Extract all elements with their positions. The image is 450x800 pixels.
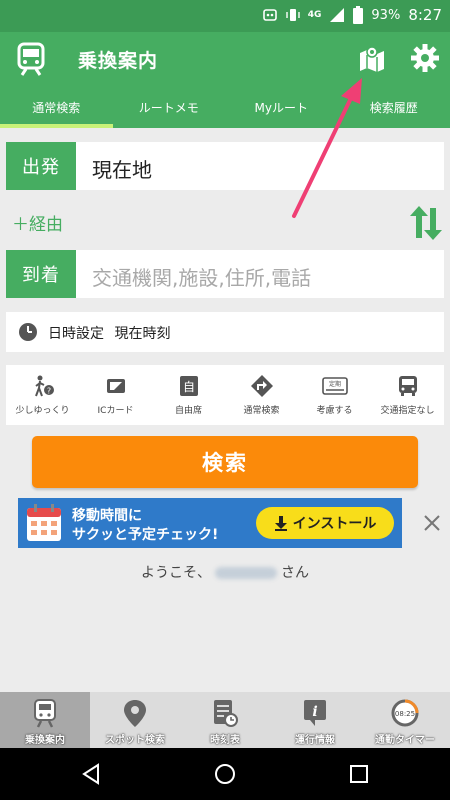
option-label: 少しゆっくり: [15, 406, 70, 416]
departure-field[interactable]: 出発 現在地: [6, 142, 444, 190]
clock-icon: [19, 323, 37, 341]
close-icon[interactable]: [422, 513, 442, 533]
reserved-seat-icon: 自: [179, 376, 198, 396]
arrival-placeholder: 交通機関,施設,住所,電話: [92, 266, 312, 290]
welcome-prefix: ようこそ、: [141, 565, 211, 581]
info-icon: i: [304, 700, 326, 726]
nav-label: 乗換案内: [25, 735, 65, 746]
blurred-username: [215, 567, 277, 579]
recents-icon[interactable]: [347, 762, 371, 786]
nav-label: 時刻表: [210, 735, 240, 746]
calendar-icon: [27, 504, 61, 541]
back-icon[interactable]: [80, 762, 104, 786]
walking-slow-icon: ?: [34, 375, 54, 397]
welcome-suffix: さん: [281, 565, 309, 581]
via-row: ＋経由: [0, 200, 450, 244]
option-commuter-pass[interactable]: 定期 考慮する: [298, 365, 371, 425]
svg-text:?: ?: [46, 387, 50, 396]
nav-label: 通勤タイマー: [375, 735, 435, 746]
ad-line1: 移動時間に: [72, 508, 142, 524]
swap-icon[interactable]: [408, 204, 444, 242]
ic-card-icon: [106, 379, 125, 393]
tab-normal-search[interactable]: 通常検索: [0, 88, 113, 128]
option-fare-type[interactable]: ICカード: [79, 365, 152, 425]
signal-icon: [329, 7, 345, 23]
nav-commute-timer[interactable]: 08:25 通勤タイマー: [360, 692, 450, 748]
option-label: 交通指定なし: [380, 406, 435, 416]
map-pin-icon: [124, 700, 146, 727]
bottom-nav: 乗換案内 スポット検索 時刻表 i 運行情報 08:25 通勤タイマー: [0, 692, 450, 748]
option-walking-speed[interactable]: ? 少しゆっくり: [6, 365, 79, 425]
train-icon: [17, 42, 45, 76]
transport-bus-icon: [398, 376, 417, 396]
route-type-icon: [250, 375, 273, 397]
map-icon[interactable]: [357, 44, 387, 74]
status-bar: 4G 93% 8:27: [0, 0, 450, 32]
add-via-button[interactable]: ＋経由: [12, 210, 63, 235]
svg-text:i: i: [312, 704, 317, 720]
download-icon: [274, 516, 287, 531]
option-transport[interactable]: 交通指定なし: [371, 365, 444, 425]
option-seat-type[interactable]: 自 自由席: [152, 365, 225, 425]
seat-badge-text: 自: [182, 380, 194, 394]
home-icon[interactable]: [213, 762, 237, 786]
notification-icon: [262, 7, 278, 23]
clock-time: 8:27: [408, 6, 442, 24]
app-bar: 乗換案内: [0, 32, 450, 88]
vibrate-icon: [286, 7, 300, 23]
battery-percent: 93%: [371, 7, 401, 23]
nav-timetable[interactable]: 時刻表: [180, 692, 270, 748]
search-button[interactable]: 検索: [32, 436, 418, 488]
system-nav-bar: [0, 748, 450, 800]
nav-service-info[interactable]: i 運行情報: [270, 692, 360, 748]
datetime-value: 現在時刻: [114, 326, 171, 342]
timer-icon: 08:25: [391, 699, 419, 727]
datetime-text: 日時設定 現在時刻: [48, 323, 170, 343]
install-button[interactable]: インストール: [256, 507, 394, 539]
timer-readout: 08:25: [395, 710, 415, 718]
train-icon: [34, 699, 56, 728]
commuter-pass-icon: 定期: [321, 377, 348, 395]
tab-search-history[interactable]: 検索履歴: [338, 88, 450, 128]
option-label: 考慮する: [316, 406, 353, 416]
departure-value: 現在地: [92, 158, 152, 182]
datetime-setting[interactable]: 日時設定 現在時刻: [6, 312, 444, 352]
search-options: ? 少しゆっくり ICカード 自 自由席 通常検索 定期 考慮する 交通指定なし: [6, 365, 444, 425]
nav-label: スポット検索: [105, 735, 165, 746]
tab-bar: 通常検索 ルートメモ Myルート 検索履歴: [0, 88, 450, 128]
datetime-label: 日時設定: [48, 326, 104, 342]
ad-banner[interactable]: 移動時間に サクッと予定チェック! インストール: [18, 498, 402, 548]
option-search-type[interactable]: 通常検索: [225, 365, 298, 425]
arrival-label: 到着: [6, 250, 76, 298]
app-title: 乗換案内: [78, 50, 159, 72]
tab-my-route[interactable]: Myルート: [225, 88, 338, 128]
network-indicator: 4G: [307, 10, 322, 20]
option-label: 自由席: [174, 406, 202, 416]
option-label: ICカード: [97, 406, 134, 416]
nav-label: 運行情報: [295, 735, 335, 746]
option-label: 通常検索: [243, 406, 280, 416]
tab-route-memo[interactable]: ルートメモ: [113, 88, 226, 128]
departure-label: 出発: [6, 142, 76, 190]
timetable-icon: [214, 700, 238, 727]
install-label: インストール: [292, 516, 377, 532]
gear-icon[interactable]: [410, 43, 440, 73]
ad-line2: サクッと予定チェック!: [72, 527, 219, 543]
welcome-message: ようこそ、 さん: [0, 562, 450, 582]
pass-badge-text: 定期: [328, 380, 340, 388]
battery-icon: [353, 6, 364, 24]
nav-spot-search[interactable]: スポット検索: [90, 692, 180, 748]
nav-transfer[interactable]: 乗換案内: [0, 692, 90, 748]
arrival-field[interactable]: 到着 交通機関,施設,住所,電話: [6, 250, 444, 298]
